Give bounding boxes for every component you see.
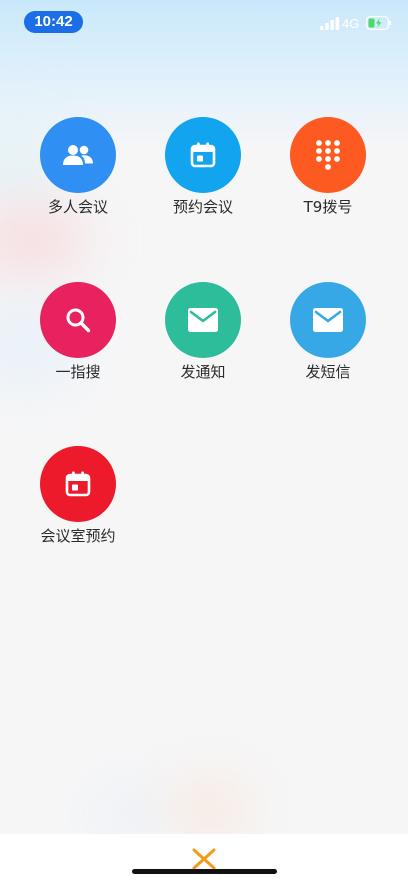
grid-item[interactable]: 一指搜 (13, 282, 143, 402)
grid-item-label: 会议室预约 (40, 527, 116, 545)
grid-item-label: 预约会议 (172, 198, 233, 216)
grid-item[interactable]: 发通知 (138, 282, 268, 402)
grid-item-label: 一指搜 (55, 363, 101, 381)
calendar-icon (188, 140, 218, 170)
grid-item[interactable]: T9拨号 (263, 117, 393, 237)
dialpad-icon (313, 138, 343, 172)
grid-item[interactable]: 多人会议 (13, 117, 143, 237)
grid-item-label: T9拨号 (303, 198, 353, 216)
signal-icon (320, 17, 340, 30)
people-icon (61, 143, 95, 167)
network-label: 4G (342, 16, 360, 31)
grid-item-label: 发短信 (305, 363, 351, 381)
grid-item[interactable]: 预约会议 (138, 117, 268, 237)
background-blur (95, 790, 165, 840)
grid-item[interactable]: 发短信 (263, 282, 393, 402)
grid-item-icon-circle[interactable] (40, 282, 116, 358)
grid-item-label: 发通知 (180, 363, 226, 381)
home-indicator (132, 869, 277, 874)
battery-icon (366, 16, 392, 30)
grid-item-icon-circle[interactable] (40, 117, 116, 193)
grid-item-icon-circle[interactable] (290, 282, 366, 358)
grid-item-icon-circle[interactable] (290, 117, 366, 193)
calendar-icon (63, 469, 93, 499)
search-icon (63, 305, 93, 335)
status-bar: 10:42 4G (0, 0, 408, 44)
grid-item-label: 多人会议 (47, 198, 108, 216)
grid-item-icon-circle[interactable] (40, 446, 116, 522)
background-blur (170, 780, 250, 840)
close-icon (192, 848, 216, 870)
grid-item-icon-circle[interactable] (165, 282, 241, 358)
mail-icon (187, 307, 219, 333)
status-time: 10:42 (24, 11, 83, 33)
mail-icon (312, 307, 344, 333)
grid-item-icon-circle[interactable] (165, 117, 241, 193)
grid-item[interactable]: 会议室预约 (13, 446, 143, 566)
